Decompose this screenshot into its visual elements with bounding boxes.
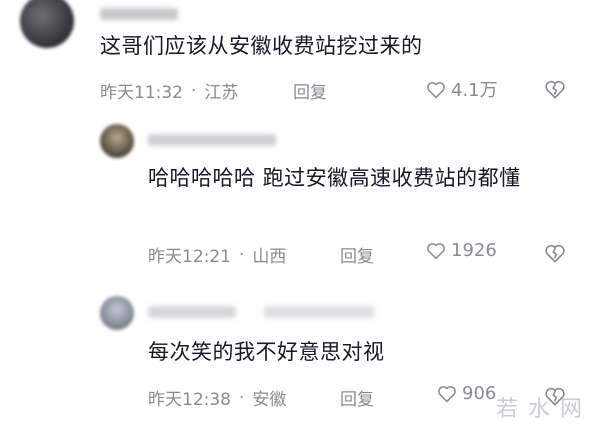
dislike-button[interactable]	[544, 243, 566, 267]
comment-meta: 昨天12:21 · 山西	[148, 242, 287, 268]
comment-time: 昨天12:38	[148, 390, 231, 410]
comment-text: 这哥们应该从安徽收费站挖过来的	[100, 34, 423, 58]
avatar[interactable]	[100, 124, 134, 158]
comment-time: 昨天11:32	[100, 83, 183, 103]
comment-text: 哈哈哈哈哈 跑过安徽高速收费站的都懂	[148, 166, 521, 190]
reply-button[interactable]: 回复	[340, 242, 374, 267]
comment-location: 山西	[252, 247, 287, 267]
reply-button[interactable]: 回复	[293, 78, 327, 103]
like-button[interactable]: 4.1万	[426, 76, 498, 102]
watermark: 若水网	[495, 397, 592, 422]
comment-meta: 昨天12:38 · 安徽	[148, 385, 287, 411]
reply-target-blurred[interactable]	[264, 306, 374, 318]
comment-location: 江苏	[204, 83, 239, 103]
comment-item: 这哥们应该从安徽收费站挖过来的 昨天11:32 · 江苏 回复 4.1万	[0, 0, 600, 112]
meta-separator: ·	[191, 80, 197, 101]
heart-icon	[427, 243, 445, 260]
avatar[interactable]	[100, 296, 134, 330]
reply-button[interactable]: 回复	[340, 385, 374, 410]
dislike-button[interactable]	[544, 79, 566, 103]
broken-heart-icon	[545, 80, 565, 99]
broken-heart-icon	[545, 244, 565, 263]
like-count: 4.1万	[451, 80, 498, 101]
like-count: 1926	[451, 240, 497, 261]
like-button[interactable]: 1926	[426, 240, 497, 261]
avatar[interactable]	[20, 0, 74, 48]
username-blurred[interactable]	[148, 134, 276, 146]
username-blurred[interactable]	[148, 306, 236, 318]
like-button[interactable]: 906	[437, 383, 496, 404]
comment-meta: 昨天11:32 · 江苏	[100, 78, 239, 104]
comment-text: 每次笑的我不好意思对视	[148, 340, 385, 364]
comment-location: 安徽	[252, 390, 287, 410]
meta-separator: ·	[239, 387, 245, 408]
heart-icon	[427, 81, 445, 98]
username-blurred[interactable]	[100, 8, 178, 20]
like-count: 906	[462, 383, 497, 404]
heart-icon	[438, 386, 456, 403]
reply-item: 哈哈哈哈哈 跑过安徽高速收费站的都懂 昨天12:21 · 山西 回复 1926	[0, 112, 600, 282]
comment-time: 昨天12:21	[148, 247, 231, 267]
meta-separator: ·	[239, 244, 245, 265]
